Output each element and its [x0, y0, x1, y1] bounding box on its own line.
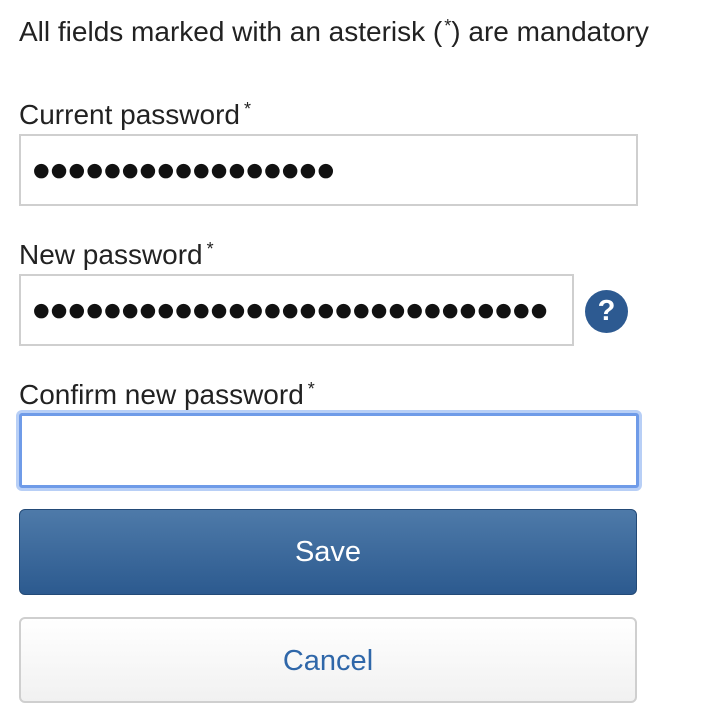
new-password-label: New password *	[19, 231, 214, 273]
current-password-label-text: Current password	[19, 99, 240, 130]
notice-text-before: All fields marked with an asterisk (	[19, 16, 443, 47]
cancel-button[interactable]: Cancel	[19, 617, 637, 703]
help-icon[interactable]: ?	[585, 290, 628, 333]
confirm-password-label: Confirm new password *	[19, 371, 315, 413]
required-asterisk: *	[307, 379, 315, 399]
change-password-form: All fields marked with an asterisk ( * ) a…	[0, 0, 718, 716]
required-asterisk: *	[243, 99, 251, 119]
mandatory-fields-notice: All fields marked with an asterisk (*) a…	[19, 8, 649, 50]
confirm-password-label-text: Confirm new password	[19, 379, 304, 410]
required-asterisk: *	[206, 239, 214, 259]
new-password-label-text: New password	[19, 239, 203, 270]
new-password-masked-value: ●●●●●●●●●●●●●●●●●●●●●●●●●●●●●	[33, 299, 549, 321]
confirm-password-field[interactable]	[19, 413, 639, 488]
current-password-field[interactable]: ●●●●●●●●●●●●●●●●●	[19, 134, 638, 206]
notice-text-after: ) are mandatory	[451, 16, 649, 47]
save-button[interactable]: Save	[19, 509, 637, 595]
current-password-masked-value: ●●●●●●●●●●●●●●●●●	[33, 159, 336, 181]
new-password-field[interactable]: ●●●●●●●●●●●●●●●●●●●●●●●●●●●●●	[19, 274, 574, 346]
current-password-label: Current password *	[19, 91, 251, 133]
